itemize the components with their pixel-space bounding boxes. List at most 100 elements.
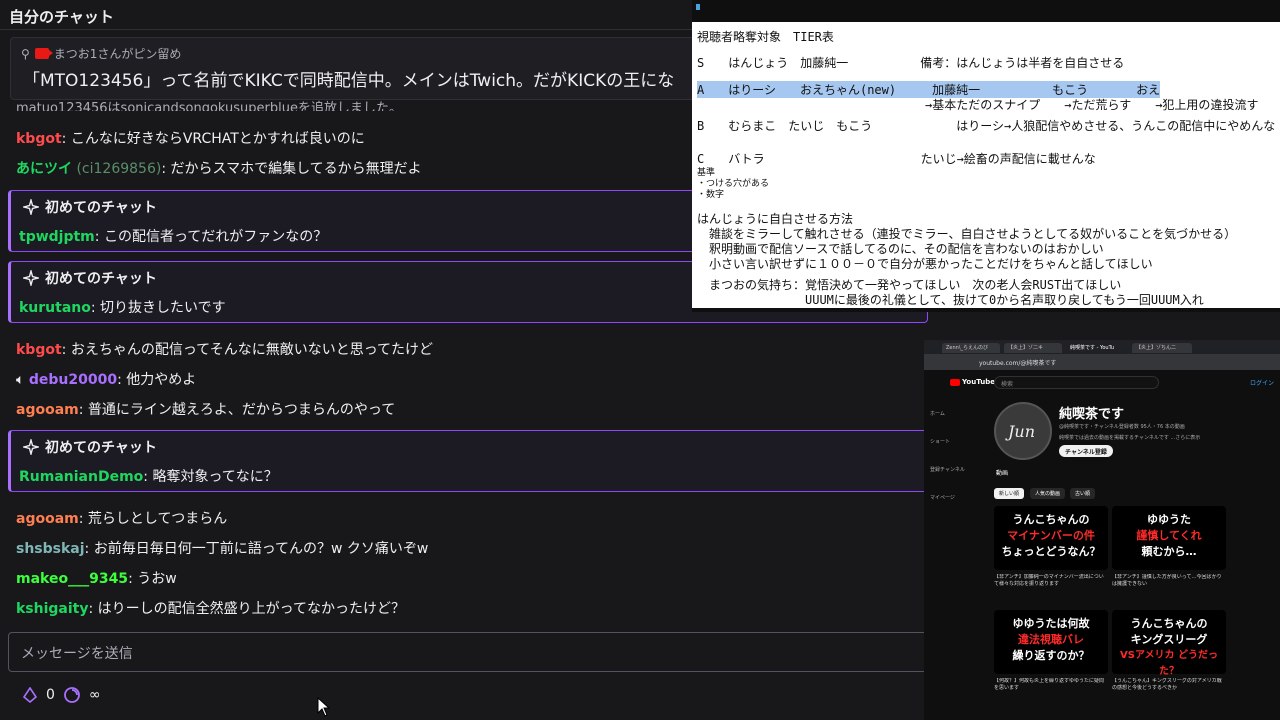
youtube-window: Zenn\_らえんのび 【炎上】ゾ二キ 純喫茶です - YouTu 【炎上】ゾち… — [924, 340, 1280, 720]
chat-username[interactable]: kbgot — [16, 131, 62, 147]
youtube-logo-text: YouTube — [962, 378, 995, 386]
chat-username[interactable]: RumanianDemo — [19, 469, 143, 485]
tier-row-b: B むらまこ たいじ もこう はりーシ→人狼配信やめさせる、うんこの配信中にやめ… — [697, 119, 1276, 133]
chat-text: : この配信者ってだれがファンなの？ — [94, 229, 328, 245]
thumb-line: マイナンバーの件 — [1007, 529, 1095, 542]
chat-username[interactable]: tpwdjptm — [19, 229, 95, 245]
channel-name: 純喫茶です — [1059, 407, 1125, 422]
video-thumbnail[interactable]: ゆゆうたは何故 違法視聴バレ 繰り返すのか？ — [994, 610, 1108, 674]
pinned-message[interactable]: ⚲ まつお1さんがピン留め 「MTO123456」って名前でKIKCで同時配信中… — [10, 37, 700, 100]
chat-username[interactable]: agooam — [16, 402, 79, 418]
bits-icon[interactable] — [22, 687, 38, 703]
thumb-line: 頼むから… — [1141, 545, 1197, 558]
chat-input[interactable]: メッセージを送信 — [8, 632, 928, 672]
chat-bottom-bar: 0 ∞ — [22, 686, 101, 704]
login-button[interactable]: ログイン — [1250, 378, 1274, 387]
chat-text: : 略奪対象ってなに？ — [143, 469, 278, 485]
first-chat-label: 初めてのチャット — [45, 271, 157, 287]
browser-tab[interactable]: 【炎上】ゾ二キ — [1004, 343, 1062, 353]
side-item-shorts[interactable]: ショート — [930, 438, 950, 445]
side-item-subscriptions[interactable]: 登録チャンネル — [930, 466, 965, 473]
chat-username[interactable]: agooam — [16, 511, 79, 527]
chat-username[interactable]: kshigaity — [16, 601, 89, 617]
chat-username[interactable]: あにツイ — [16, 161, 72, 177]
sparkle-icon — [23, 270, 39, 286]
pinned-header: ⚲ まつお1さんがピン留め — [21, 45, 181, 62]
infinity-label: ∞ — [88, 687, 101, 703]
first-chat-header: 初めてのチャット — [23, 197, 157, 217]
chat-message: makeo___9345: うおw — [16, 568, 177, 588]
chat-text: : うおw — [128, 571, 177, 587]
sparkle-icon — [23, 199, 39, 215]
chat-username[interactable]: debu20000 — [29, 372, 117, 388]
chat-text: : こんなに好きならVRCHATとかすれば良いのに — [61, 131, 365, 147]
chat-message: shsbskaj: お前毎日毎日何一丁前に語ってんの？w クソ痛いぞw — [16, 538, 428, 558]
tier-row-s: S はんじょう 加藤純一 備考：はんじょうは半者を自自させる — [697, 56, 1125, 70]
tier-criteria-2: ・数字 — [697, 190, 725, 200]
video-title[interactable]: 【非アンチ】謹慎した方が良いって…今回ばかりは擁護できない — [1112, 574, 1226, 596]
points-value: 0 — [46, 687, 55, 703]
tab-videos[interactable]: 動画 — [996, 468, 1008, 477]
channel-points-icon[interactable] — [63, 686, 81, 704]
pinned-by-label: まつお1さんがピン留め — [53, 47, 182, 61]
thumb-line: 謹慎してくれ — [1136, 529, 1202, 542]
channel-avatar[interactable]: Jun — [994, 402, 1052, 460]
chat-text: : はりーしの配信全然盛り上がってなかったけど？ — [88, 601, 405, 617]
chat-message: kurutano: 切り抜きしたいです — [19, 297, 226, 317]
chat-message: kbgot: こんなに好きならVRCHATとかすれば良いのに — [16, 128, 365, 148]
youtube-logo[interactable]: YouTube — [950, 378, 995, 386]
thumb-line: 違法視聴バレ — [1018, 633, 1084, 646]
chat-username[interactable]: shsbskaj — [16, 541, 85, 557]
video-thumbnail[interactable]: ゆゆうた 謹慎してくれ 頼むから… — [1112, 506, 1226, 570]
first-chat-label: 初めてのチャット — [45, 200, 157, 216]
chip-newest[interactable]: 新しい順 — [994, 488, 1025, 499]
chat-text: : 切り抜きしたいです — [90, 300, 226, 316]
chat-username[interactable]: kbgot — [16, 342, 62, 358]
thumb-line: 繰り返すのか？ — [1012, 649, 1090, 662]
side-item-mypage[interactable]: マイページ — [930, 494, 955, 501]
video-thumbnail[interactable]: うんこちゃんの キングスリーグ VSアメリカ どうだった？ — [1112, 610, 1226, 677]
thumb-line: うんこちゃんの — [1012, 513, 1090, 526]
tier-list-document: 視聴者略奪対象 TIER表 S はんじょう 加藤純一 備考：はんじょうは半者を自… — [692, 22, 1280, 308]
youtube-search-input[interactable]: 検索 — [994, 376, 1159, 389]
thumb-line: ゆゆうたは何故 — [1012, 617, 1090, 630]
tier-row-c: C バトラ たいじ→絵畜の声配信に載せんな — [697, 152, 1096, 166]
youtube-play-icon — [950, 378, 960, 386]
channel-meta: @純喫茶です・チャンネル登録者数 95人・76 本の動画 — [1059, 424, 1185, 430]
chat-text: : 普通にライン越えろよ、だからつまらんのやって — [78, 402, 396, 418]
chat-text: : おえちゃんの配信ってそんなに無敵いないと思ってたけど — [61, 342, 434, 358]
video-thumbnail[interactable]: うんこちゃんの マイナンバーの件 ちょっとどうなん？ — [994, 506, 1108, 570]
chat-username[interactable]: kurutano — [19, 300, 91, 316]
browser-tab[interactable]: 【炎上】ゾちん二 — [1132, 343, 1192, 353]
chat-text: : 荒らしとしてつまらん — [78, 511, 228, 527]
system-message: matuo123456はsonicandsongokusuperblueを追放し… — [16, 101, 402, 111]
camera-icon — [34, 48, 53, 59]
thumb-line: ちょっとどうなん？ — [1001, 545, 1101, 558]
browser-tab[interactable]: Zenn\_らえんのび — [942, 343, 1000, 353]
mouse-cursor-icon — [317, 697, 331, 717]
first-chat-header: 初めてのチャット — [23, 437, 157, 457]
chat-message: kbgot: おえちゃんの配信ってそんなに無敵いないと思ってたけど — [16, 339, 433, 359]
chip-oldest[interactable]: 古い順 — [1070, 488, 1096, 499]
video-title[interactable]: 【非アンチ】加藤純一のマイナンバー流出について様々な対応を振り返ります — [994, 574, 1108, 596]
video-title[interactable]: 【何故？】何故も炎上を繰り返すゆゆうたに疑問を思います — [994, 678, 1108, 700]
chip-popular[interactable]: 人気の動画 — [1030, 488, 1066, 499]
browser-tabs: Zenn\_らえんのび 【炎上】ゾ二キ 純喫茶です - YouTu 【炎上】ゾち… — [924, 340, 1280, 354]
sparkle-icon — [23, 439, 39, 455]
side-item-home[interactable]: ホーム — [930, 410, 945, 417]
thumb-line: VSアメリカ どうだった？ — [1120, 650, 1218, 677]
chat-message: agooam: 普通にライン越えろよ、だからつまらんのやって — [16, 399, 395, 419]
chat-message: kshigaity: はりーしの配信全然盛り上がってなかったけど？ — [16, 598, 405, 618]
first-chat-card: 初めてのチャット RumanianDemo: 略奪対象ってなに？ — [8, 430, 928, 492]
browser-tab-active[interactable]: 純喫茶です - YouTu — [1066, 343, 1128, 353]
first-chat-header: 初めてのチャット — [23, 268, 157, 288]
chat-message: RumanianDemo: 略奪対象ってなに？ — [19, 466, 278, 486]
avatar-text: Jun — [1008, 422, 1036, 441]
subscribe-button[interactable]: チャンネル登録 — [1059, 445, 1113, 457]
address-bar[interactable]: youtube.com/@純喫茶です — [924, 354, 1280, 370]
chat-text: : だからスマホで編集してるから無理だよ — [161, 161, 422, 177]
chat-username[interactable]: makeo___9345 — [16, 571, 128, 587]
video-title[interactable]: 【うんこちゃん】キングスリーグの対アメリカ戦の感想と今後どうするべきか — [1112, 678, 1226, 700]
channel-description[interactable]: 純喫茶では過去の動画を掲載するチャンネルです ...さらに表示 — [1059, 434, 1200, 441]
chat-message: 🔈︎ debu20000: 他力やめよ — [16, 369, 196, 389]
